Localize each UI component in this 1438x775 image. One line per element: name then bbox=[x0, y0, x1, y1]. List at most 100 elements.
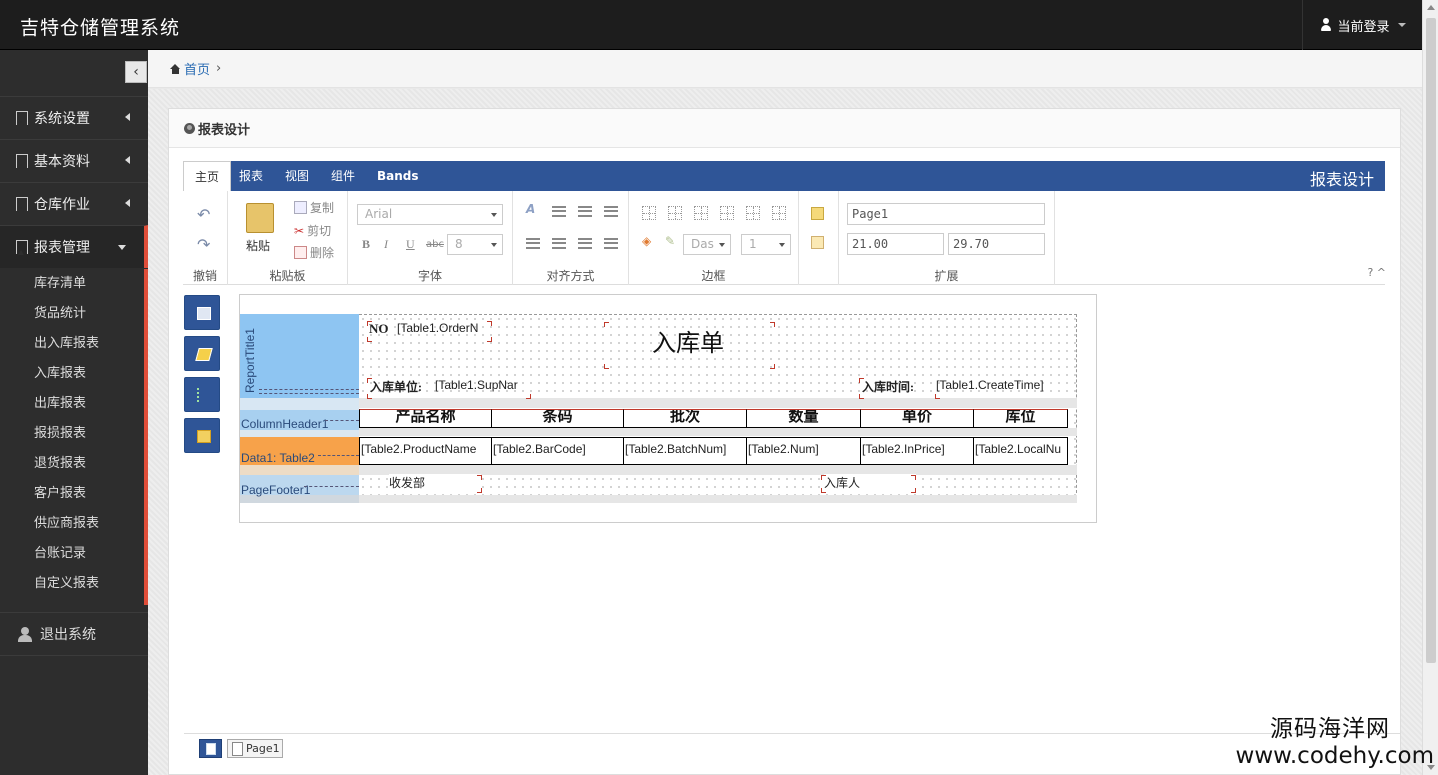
tab-view[interactable]: 视图 bbox=[274, 161, 320, 191]
band-separator bbox=[240, 398, 359, 410]
report-title-text[interactable]: 入库单 bbox=[652, 323, 724, 358]
chevron-down-icon bbox=[118, 245, 126, 250]
fill-color-icon[interactable]: ◈ bbox=[642, 234, 651, 248]
column-header-cell[interactable]: 产品名称 bbox=[359, 409, 492, 428]
report-order-no-field[interactable]: [Table1.OrderN bbox=[397, 321, 491, 335]
report-tree-button[interactable] bbox=[184, 295, 220, 330]
submenu-item[interactable]: 报损报表 bbox=[0, 419, 144, 449]
text-rotate-icon[interactable]: A bbox=[526, 202, 535, 216]
border-none-icon[interactable] bbox=[668, 206, 682, 220]
border-top-icon[interactable] bbox=[694, 206, 708, 220]
delete-label: 删除 bbox=[310, 246, 335, 260]
tab-report[interactable]: 报表 bbox=[228, 161, 274, 191]
border-width-select[interactable]: 1 bbox=[741, 234, 791, 255]
page-tab[interactable]: Page1 bbox=[227, 739, 283, 758]
submenu-item[interactable]: 入库报表 bbox=[0, 359, 144, 389]
align-center-icon[interactable] bbox=[552, 238, 566, 249]
footer-receiver-text[interactable]: 入库人 bbox=[824, 474, 916, 491]
data-tree-button[interactable] bbox=[184, 377, 220, 412]
paste-icon[interactable] bbox=[246, 203, 274, 233]
align-justify-icon[interactable] bbox=[604, 238, 618, 249]
font-name-select[interactable]: Arial bbox=[357, 204, 503, 225]
align-middle-icon[interactable] bbox=[578, 206, 592, 217]
border-bottom-icon[interactable] bbox=[720, 206, 734, 220]
undo-icon[interactable]: ↶ bbox=[197, 205, 210, 224]
submenu-item[interactable]: 退货报表 bbox=[0, 449, 144, 479]
sidebar-collapse-button[interactable]: ‹ bbox=[125, 61, 147, 83]
align-right-icon[interactable] bbox=[578, 238, 592, 249]
data-cell[interactable]: [Table2.InPrice] bbox=[860, 437, 974, 465]
tab-components[interactable]: 组件 bbox=[320, 161, 366, 191]
align-left-icon[interactable] bbox=[526, 238, 540, 249]
italic-button[interactable]: I bbox=[384, 237, 388, 252]
logout-button[interactable]: 退出系统 bbox=[0, 612, 148, 656]
home-icon bbox=[170, 63, 181, 74]
border-right-icon[interactable] bbox=[772, 206, 786, 220]
border-style-select[interactable]: Das bbox=[683, 234, 731, 255]
page-height-input[interactable]: 29.70 bbox=[948, 233, 1045, 255]
redo-icon[interactable]: ↷ bbox=[197, 235, 210, 254]
band-separator bbox=[240, 430, 359, 437]
page-list-icon[interactable] bbox=[199, 739, 222, 758]
font-size-select[interactable]: 8 bbox=[447, 234, 503, 255]
delete-button[interactable]: 删除 bbox=[294, 244, 334, 261]
page-scrollbar[interactable] bbox=[1422, 0, 1438, 775]
sidebar-item-warehouse-ops[interactable]: 仓库作业 bbox=[0, 182, 148, 225]
strikethrough-button[interactable]: abc bbox=[426, 239, 444, 250]
bring-to-front-icon[interactable] bbox=[811, 207, 824, 220]
band-report-title[interactable] bbox=[240, 314, 359, 398]
align-bottom-icon[interactable] bbox=[604, 206, 618, 217]
underline-button[interactable]: U bbox=[406, 237, 415, 252]
notes-button[interactable] bbox=[184, 418, 220, 453]
submenu-item[interactable]: 供应商报表 bbox=[0, 509, 144, 539]
page-width-input[interactable]: 21.00 bbox=[847, 233, 944, 255]
scrollbar-thumb[interactable] bbox=[1426, 18, 1436, 663]
scroll-up-icon[interactable] bbox=[1427, 5, 1435, 10]
submenu-item[interactable]: 货品统计 bbox=[0, 299, 144, 329]
report-supplier-label[interactable]: 入库单位: bbox=[370, 378, 422, 395]
report-time-field[interactable]: [Table1.CreateTime] bbox=[936, 378, 1044, 392]
sidebar-item-basic-data[interactable]: 基本资料 bbox=[0, 139, 148, 182]
selection-corner bbox=[821, 488, 826, 493]
tab-bands[interactable]: Bands bbox=[366, 161, 430, 191]
column-header-cell[interactable]: 批次 bbox=[623, 409, 747, 428]
events-button[interactable] bbox=[184, 336, 220, 371]
breadcrumb: 首页 › bbox=[148, 50, 1422, 88]
sidebar-item-system-settings[interactable]: 系统设置 bbox=[0, 96, 148, 139]
data-cell[interactable]: [Table2.BatchNum] bbox=[623, 437, 747, 465]
tab-home[interactable]: 主页 bbox=[183, 161, 232, 192]
page-name-input[interactable]: Page1 bbox=[847, 203, 1045, 225]
user-menu[interactable]: 当前登录 bbox=[1302, 0, 1422, 50]
bold-button[interactable]: B bbox=[362, 237, 370, 252]
cut-button[interactable]: ✂ 剪切 bbox=[294, 222, 331, 239]
send-to-back-icon[interactable] bbox=[811, 236, 824, 249]
data-cell[interactable]: [Table2.ProductName bbox=[359, 437, 492, 465]
submenu-item[interactable]: 台账记录 bbox=[0, 539, 144, 569]
column-header-cell[interactable]: 条码 bbox=[491, 409, 624, 428]
submenu-item[interactable]: 库存清单 bbox=[0, 269, 144, 299]
column-header-cell[interactable]: 库位 bbox=[973, 409, 1068, 428]
sidebar-item-report-management[interactable]: 报表管理 bbox=[0, 225, 148, 268]
bookmark-icon bbox=[16, 154, 28, 169]
submenu-item[interactable]: 自定义报表 bbox=[0, 569, 144, 599]
column-header-cell[interactable]: 单价 bbox=[860, 409, 974, 428]
submenu-item[interactable]: 出库报表 bbox=[0, 389, 144, 419]
data-cell[interactable]: [Table2.Num] bbox=[746, 437, 861, 465]
border-all-icon[interactable] bbox=[642, 206, 656, 220]
paste-button[interactable]: 粘贴 bbox=[246, 237, 270, 254]
align-top-icon[interactable] bbox=[552, 206, 566, 217]
report-time-label[interactable]: 入库时间: bbox=[862, 378, 914, 395]
column-header-cell[interactable]: 数量 bbox=[746, 409, 861, 428]
report-supplier-field[interactable]: [Table1.SupNar bbox=[435, 378, 529, 392]
submenu-item[interactable]: 出入库报表 bbox=[0, 329, 144, 359]
data-cell[interactable]: [Table2.LocalNu bbox=[973, 437, 1068, 465]
line-color-icon[interactable]: ✎ bbox=[665, 234, 675, 248]
top-navbar: 吉特仓储管理系统 当前登录 bbox=[0, 0, 1422, 50]
footer-dept-text[interactable]: 收发部 bbox=[389, 474, 481, 491]
copy-button[interactable]: 复制 bbox=[294, 199, 334, 216]
data-cell[interactable]: [Table2.BarCode] bbox=[491, 437, 624, 465]
ribbon-help-button[interactable]: ? ^ bbox=[1367, 266, 1386, 279]
submenu-item[interactable]: 客户报表 bbox=[0, 479, 144, 509]
breadcrumb-home-link[interactable]: 首页 bbox=[184, 59, 210, 78]
border-left-icon[interactable] bbox=[746, 206, 760, 220]
